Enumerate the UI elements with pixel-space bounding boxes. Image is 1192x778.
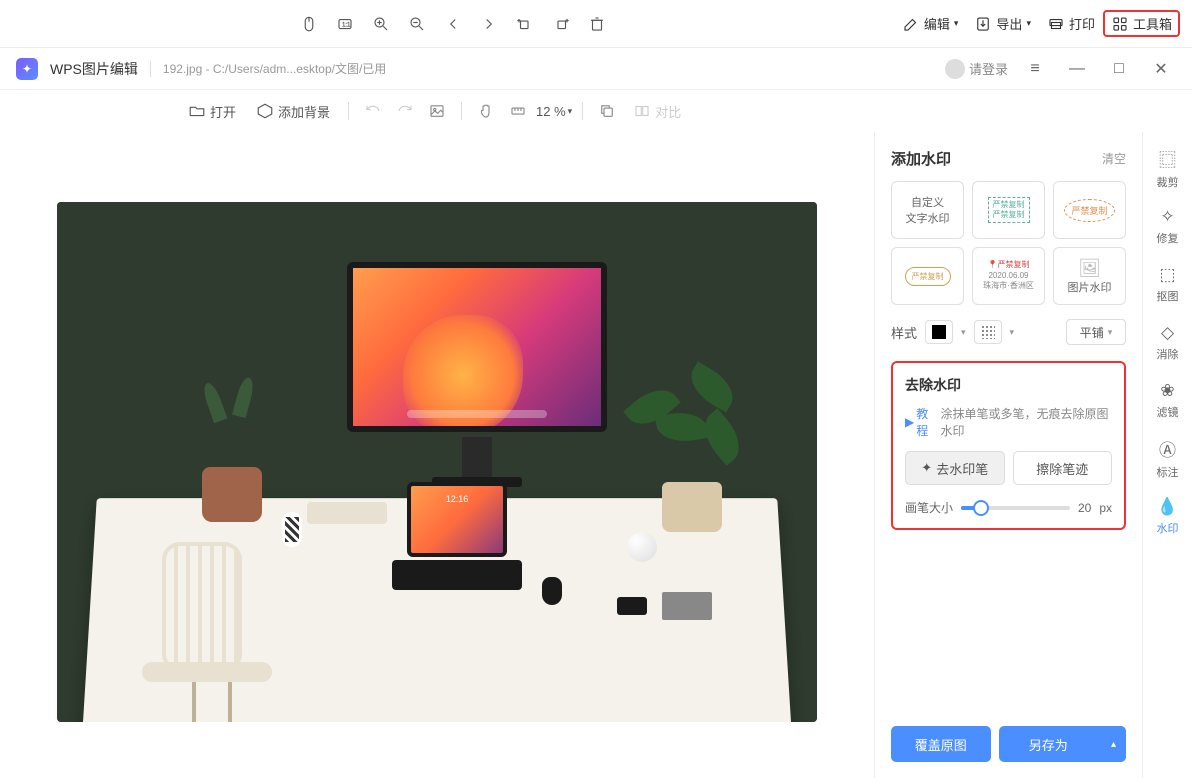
zoom-out-icon[interactable]	[399, 8, 435, 40]
brush-slider[interactable]	[961, 506, 1070, 510]
canvas[interactable]	[0, 132, 874, 778]
close-button[interactable]: ✕	[1146, 54, 1176, 84]
toolbox-button[interactable]: 工具箱	[1103, 10, 1180, 37]
style-label: 样式	[891, 323, 917, 342]
delete-icon[interactable]	[579, 8, 615, 40]
secondary-toolbar: 打开 添加背景 12 % ▾ 对比	[0, 90, 1192, 132]
rotate-left-icon[interactable]	[507, 8, 543, 40]
tab-crop[interactable]: ⿴裁剪	[1146, 140, 1190, 196]
tab-repair[interactable]: ✧修复	[1146, 198, 1190, 254]
prev-icon[interactable]	[435, 8, 471, 40]
watermark-grid: 自定义文字水印 严禁复制严禁复制 严禁复制 严禁复制 📍严禁复制2020.06.…	[891, 181, 1126, 305]
actual-size-icon[interactable]: 1:1	[327, 8, 363, 40]
next-icon[interactable]	[471, 8, 507, 40]
wm-preset-3[interactable]: 严禁复制	[1053, 181, 1126, 239]
menu-button[interactable]: ≡	[1020, 54, 1050, 84]
watermark-icon: 💧	[1157, 497, 1178, 517]
clear-button[interactable]: 清空	[1102, 150, 1126, 167]
image-icon[interactable]	[423, 97, 451, 125]
copy-icon[interactable]	[593, 97, 621, 125]
remove-title: 去除水印	[905, 375, 1112, 395]
panel-title: 添加水印	[891, 148, 951, 169]
compare-button[interactable]: 对比	[625, 98, 689, 125]
cutout-icon: ⬚	[1159, 265, 1175, 285]
add-bg-button[interactable]: 添加背景	[248, 98, 338, 125]
filter-icon: ❀	[1160, 381, 1174, 401]
repair-icon: ✧	[1160, 207, 1174, 227]
watermark-pen-button[interactable]: ✦去水印笔	[905, 451, 1005, 485]
wm-preset-5[interactable]: 📍严禁复制2020.06.09珠海市·香洲区	[972, 247, 1045, 305]
rotate-right-icon[interactable]	[543, 8, 579, 40]
open-button[interactable]: 打开	[180, 98, 244, 125]
wm-image[interactable]: 🖼图片水印	[1053, 247, 1126, 305]
photo-preview	[57, 202, 817, 722]
file-path: 192.jpg - C:/Users/adm...esktop/文图/已用	[163, 60, 386, 77]
annotate-icon: Ⓐ	[1159, 436, 1176, 461]
crop-icon: ⿴	[1159, 146, 1176, 171]
svg-text:1:1: 1:1	[342, 22, 351, 28]
zoom-in-icon[interactable]	[363, 8, 399, 40]
color-swatch[interactable]	[925, 320, 953, 344]
login-button[interactable]: 请登录	[945, 59, 1008, 79]
save-as-button[interactable]: 另存为	[999, 726, 1127, 762]
export-button[interactable]: 导出▾	[966, 10, 1039, 37]
title-bar: ✦ WPS图片编辑 192.jpg - C:/Users/adm...eskto…	[0, 48, 1192, 90]
main-area: 添加水印 清空 自定义文字水印 严禁复制严禁复制 严禁复制 严禁复制 📍严禁复制…	[0, 132, 1192, 778]
erase-icon: ◇	[1161, 323, 1174, 343]
avatar-icon	[945, 59, 965, 79]
pattern-swatch[interactable]	[974, 320, 1002, 344]
remove-tip: ▶教程 涂抹单笔或多笔，无痕去除原图水印	[905, 405, 1112, 439]
tab-watermark[interactable]: 💧水印	[1146, 488, 1190, 544]
edit-button[interactable]: 编辑▾	[894, 10, 967, 37]
overwrite-button[interactable]: 覆盖原图	[891, 726, 991, 762]
tab-filter[interactable]: ❀滤镜	[1146, 372, 1190, 428]
ruler-icon[interactable]	[504, 97, 532, 125]
undo-icon[interactable]	[359, 97, 387, 125]
zoom-display[interactable]: 12 % ▾	[536, 104, 572, 119]
redo-icon[interactable]	[391, 97, 419, 125]
bottom-buttons: 覆盖原图 另存为	[891, 726, 1126, 762]
image-plus-icon: 🖼	[1078, 258, 1101, 279]
app-name: WPS图片编辑	[50, 59, 138, 79]
remove-watermark-section: 去除水印 ▶教程 涂抹单笔或多笔，无痕去除原图水印 ✦去水印笔 擦除笔迹 画笔大…	[891, 361, 1126, 530]
tile-dropdown[interactable]: 平铺▾	[1066, 319, 1126, 345]
erase-stroke-button[interactable]: 擦除笔迹	[1013, 451, 1113, 485]
wm-custom-text[interactable]: 自定义文字水印	[891, 181, 964, 239]
minimize-button[interactable]: —	[1062, 54, 1092, 84]
top-toolbar: 1:1 编辑▾ 导出▾ 打印 工具箱	[0, 0, 1192, 48]
maximize-button[interactable]: □	[1104, 54, 1134, 84]
app-logo-icon: ✦	[16, 58, 38, 80]
brush-unit: px	[1099, 501, 1112, 515]
tutorial-link[interactable]: ▶教程	[905, 405, 936, 439]
brush-size-row: 画笔大小 20 px	[905, 499, 1112, 516]
watermark-panel: 添加水印 清空 自定义文字水印 严禁复制严禁复制 严禁复制 严禁复制 📍严禁复制…	[874, 132, 1142, 778]
wm-preset-2[interactable]: 严禁复制严禁复制	[972, 181, 1045, 239]
tab-cutout[interactable]: ⬚抠图	[1146, 256, 1190, 312]
side-tabs: ⿴裁剪 ✧修复 ⬚抠图 ◇消除 ❀滤镜 Ⓐ标注 💧水印	[1142, 132, 1192, 778]
mouse-icon[interactable]	[291, 8, 327, 40]
tab-erase[interactable]: ◇消除	[1146, 314, 1190, 370]
style-row: 样式 ▾ ▾ 平铺▾	[891, 319, 1126, 345]
tab-annotate[interactable]: Ⓐ标注	[1146, 430, 1190, 486]
print-button[interactable]: 打印	[1039, 10, 1103, 37]
hand-icon[interactable]	[472, 97, 500, 125]
wand-icon: ✦	[921, 460, 932, 476]
brush-label: 画笔大小	[905, 499, 953, 516]
wm-preset-4[interactable]: 严禁复制	[891, 247, 964, 305]
brush-value: 20	[1078, 501, 1091, 515]
